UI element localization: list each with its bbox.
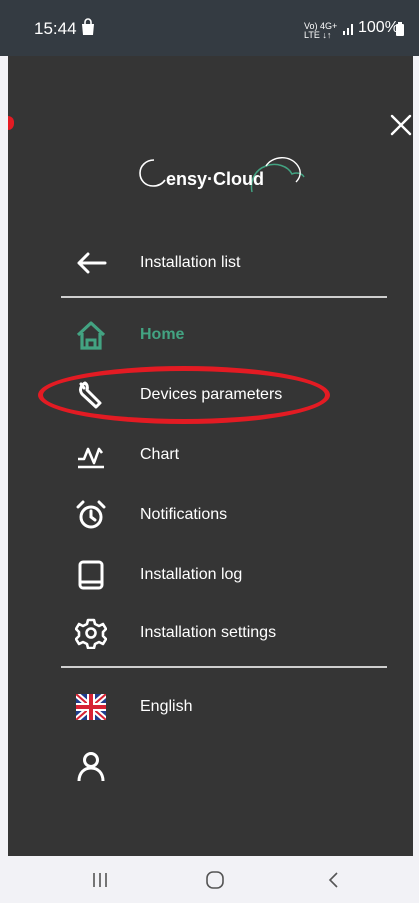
signal-icon (343, 24, 353, 35)
logo-text: ensy·Cloud (166, 169, 265, 189)
divider (61, 296, 387, 298)
menu-item-notifications[interactable]: Notifications (61, 490, 387, 540)
menu-label-installation-log: Installation log (140, 566, 243, 583)
menu-label-notifications: Notifications (140, 506, 228, 523)
status-bar: 15:44 Vo) 4G+ LTE ↓↑ 100% (0, 0, 419, 56)
menu-item-user[interactable] (61, 742, 387, 792)
menu-label-language: English (140, 698, 193, 715)
navigation-drawer: ensy·Cloud Installation list Home Device… (8, 56, 413, 856)
recent-apps-icon[interactable] (90, 870, 110, 890)
shopping-bag-icon (82, 18, 94, 35)
home-icon (73, 317, 109, 353)
close-icon[interactable] (388, 112, 414, 138)
user-icon (73, 749, 109, 785)
menu-item-installation-log[interactable]: Installation log (61, 550, 387, 600)
menu-item-language[interactable]: English (61, 682, 387, 732)
alarm-clock-icon (73, 497, 109, 533)
menu-item-installation-list[interactable]: Installation list (61, 238, 387, 288)
status-time: 15:44 (34, 19, 77, 38)
annotation-mark (8, 116, 14, 130)
uk-flag-icon (73, 689, 109, 725)
book-icon (73, 557, 109, 593)
menu-label-installation-list: Installation list (140, 254, 241, 271)
highlight-annotation (38, 366, 330, 424)
menu-item-home[interactable]: Home (61, 310, 387, 360)
battery-percent: 100% (358, 19, 399, 36)
system-nav-bar (0, 856, 419, 903)
gear-icon (73, 615, 109, 651)
arrow-left-icon (73, 245, 109, 281)
menu-label-installation-settings: Installation settings (140, 624, 277, 641)
battery-icon (396, 22, 404, 36)
menu-label-chart: Chart (140, 446, 180, 463)
chart-icon (73, 437, 109, 473)
divider (61, 666, 387, 668)
menu-item-installation-settings[interactable]: Installation settings (61, 608, 387, 658)
home-button-icon[interactable] (205, 870, 225, 890)
back-icon[interactable] (324, 870, 344, 890)
network-indicator: Vo) 4G+ LTE ↓↑ (304, 21, 338, 40)
menu-label-home: Home (140, 326, 185, 343)
menu-item-chart[interactable]: Chart (61, 430, 387, 480)
